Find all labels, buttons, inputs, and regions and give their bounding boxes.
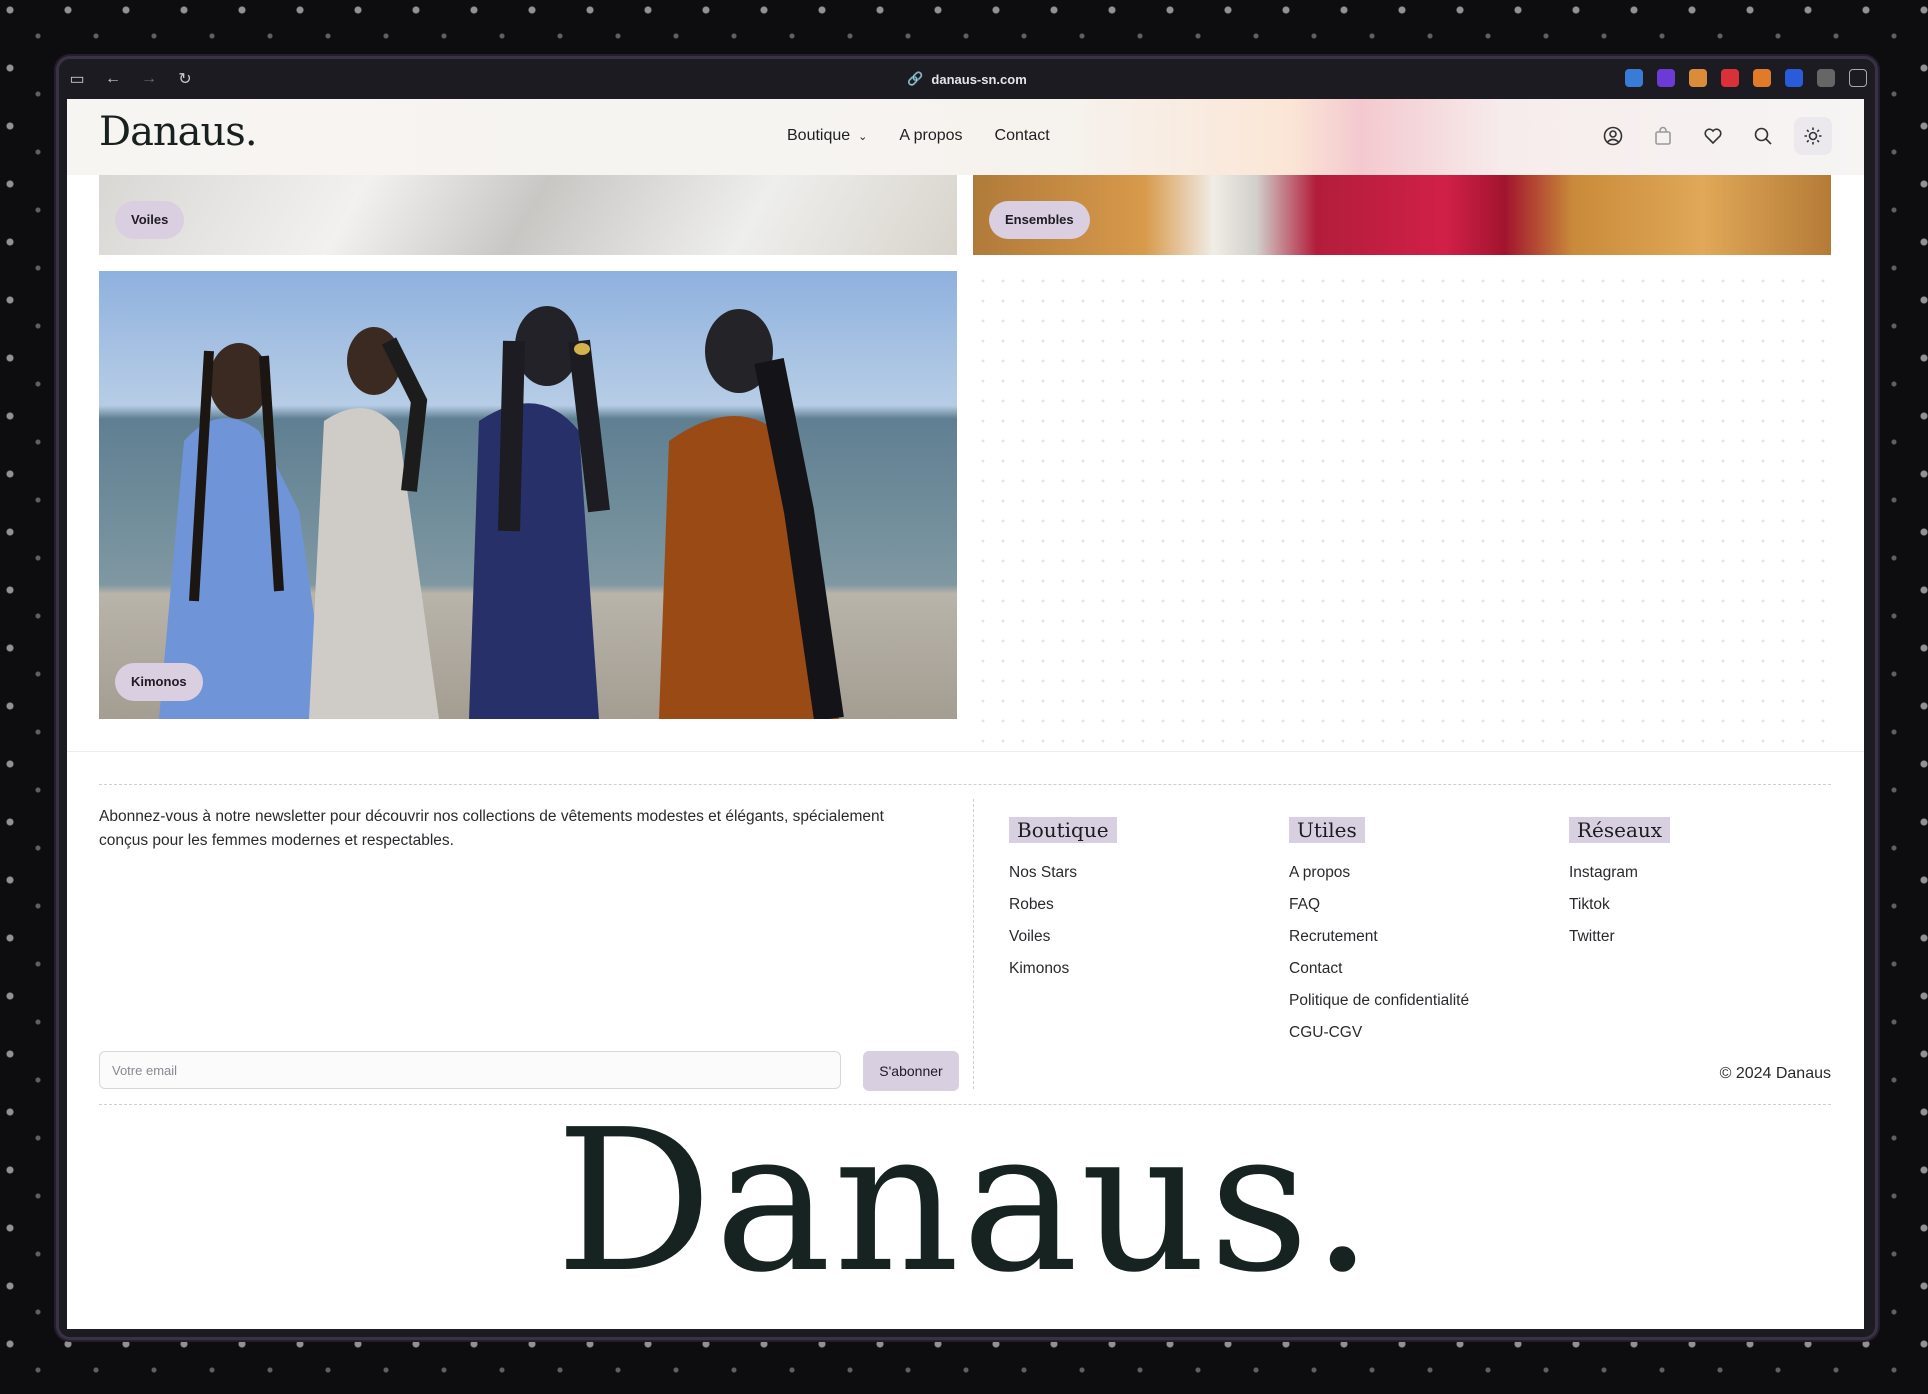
- url-text: danaus-sn.com: [931, 71, 1027, 87]
- extension-icon[interactable]: [1721, 69, 1739, 87]
- footer-link[interactable]: Contact: [1289, 953, 1469, 985]
- extension-icon[interactable]: [1817, 69, 1835, 87]
- email-input[interactable]: [99, 1051, 841, 1089]
- link-icon: 🔗: [907, 71, 924, 86]
- divider: [973, 799, 974, 1089]
- footer-link[interactable]: Nos Stars: [1009, 857, 1117, 889]
- site-logo[interactable]: Danaus.: [99, 109, 258, 155]
- extension-icon[interactable]: [1753, 69, 1771, 87]
- extension-icon[interactable]: [1625, 69, 1643, 87]
- category-card-voiles[interactable]: Voiles: [99, 175, 957, 255]
- header-icons: [1594, 117, 1832, 155]
- footer-column-title: Utiles: [1289, 817, 1365, 843]
- footer-link[interactable]: Instagram: [1569, 857, 1670, 889]
- footer-link[interactable]: Kimonos: [1009, 953, 1117, 985]
- footer-column-title: Réseaux: [1569, 817, 1671, 843]
- sun-icon[interactable]: [1794, 117, 1832, 155]
- search-icon[interactable]: [1744, 117, 1782, 155]
- user-icon[interactable]: [1594, 117, 1632, 155]
- extension-icon[interactable]: [1689, 69, 1707, 87]
- browser-window: ▭ ← → ↻ 🔗 danaus-sn.com Danaus. Boutique…: [56, 56, 1878, 1340]
- category-label: Kimonos: [115, 663, 203, 701]
- footer-column-title: Boutique: [1009, 817, 1117, 843]
- footer-link[interactable]: Voiles: [1009, 921, 1117, 953]
- footer-link[interactable]: CGU-CGV: [1289, 1017, 1469, 1049]
- divider: [99, 784, 1831, 785]
- chevron-down-icon: ⌄: [858, 131, 868, 143]
- browser-toolbar: ▭ ← → ↻ 🔗 danaus-sn.com: [59, 59, 1875, 99]
- footer-link[interactable]: Tiktok: [1569, 889, 1670, 921]
- site-header: Danaus. Boutique ⌄ A propos Contact: [67, 99, 1864, 175]
- web-page: Danaus. Boutique ⌄ A propos Contact Voil…: [67, 99, 1864, 1329]
- extension-icon[interactable]: [1657, 69, 1675, 87]
- copyright-text: © 2024 Danaus: [1719, 1065, 1831, 1082]
- category-label: Voiles: [115, 201, 185, 239]
- category-card-ensembles[interactable]: Ensembles: [973, 175, 1831, 255]
- main-nav: Boutique ⌄ A propos Contact: [787, 127, 1050, 145]
- nav-item-a-propos[interactable]: A propos: [899, 127, 962, 145]
- back-icon[interactable]: ←: [95, 70, 131, 88]
- nav-item-contact[interactable]: Contact: [995, 127, 1050, 145]
- address-bar[interactable]: 🔗 danaus-sn.com: [907, 71, 1027, 87]
- footer-column-boutique: Boutique Nos Stars Robes Voiles Kimonos: [1009, 817, 1117, 985]
- footer-link[interactable]: Twitter: [1569, 921, 1670, 953]
- footer-link[interactable]: Politique de confidentialité: [1289, 985, 1469, 1017]
- footer-link[interactable]: Robes: [1009, 889, 1117, 921]
- footer-column-reseaux: Réseaux Instagram Tiktok Twitter: [1569, 817, 1671, 953]
- category-card-kimonos[interactable]: Kimonos: [99, 271, 957, 719]
- divider: [67, 751, 1864, 752]
- category-label: Ensembles: [989, 201, 1090, 239]
- sidebar-toggle-icon[interactable]: ▭: [59, 69, 95, 89]
- sidebar-right-icon[interactable]: [1849, 69, 1867, 87]
- extension-icon[interactable]: [1785, 69, 1803, 87]
- forward-icon[interactable]: →: [131, 70, 167, 88]
- reload-icon[interactable]: ↻: [167, 69, 203, 89]
- footer-link[interactable]: A propos: [1289, 857, 1469, 889]
- bag-icon[interactable]: [1644, 117, 1682, 155]
- nav-item-boutique[interactable]: Boutique ⌄: [787, 127, 867, 145]
- extensions-bar: [1625, 69, 1867, 87]
- kimonos-photo: [99, 271, 957, 719]
- subscribe-button[interactable]: S'abonner: [863, 1051, 959, 1091]
- newsletter-text: Abonnez-vous à notre newsletter pour déc…: [99, 808, 884, 849]
- footer-link[interactable]: FAQ: [1289, 889, 1469, 921]
- dotted-placeholder: [973, 271, 1831, 751]
- footer-column-utiles: Utiles A propos FAQ Recrutement Contact …: [1289, 817, 1469, 1049]
- footer-link[interactable]: Recrutement: [1289, 921, 1469, 953]
- heart-icon[interactable]: [1694, 117, 1732, 155]
- footer-big-logo: Danaus.: [555, 1088, 1376, 1316]
